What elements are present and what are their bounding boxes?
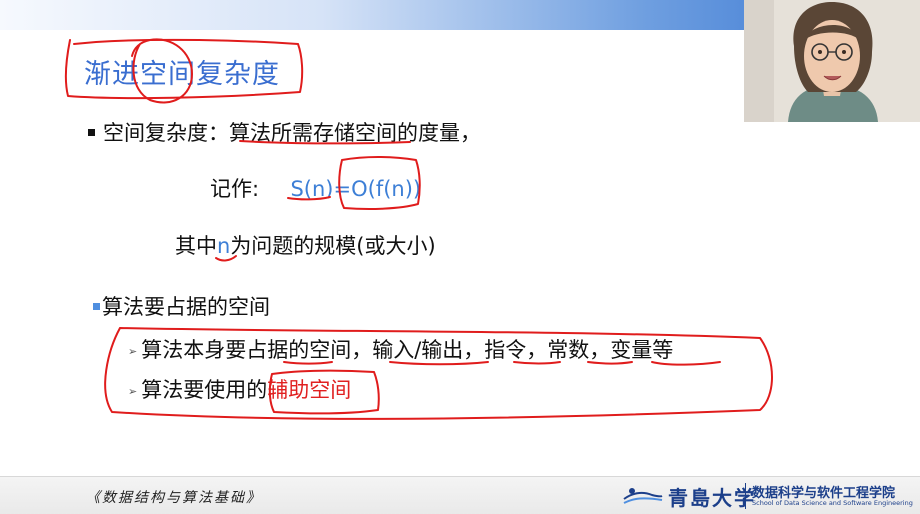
college-name-english: School of Data Science and Software Engi… <box>752 499 913 507</box>
notation-line: 记作: S(n)=O(f(n)) <box>210 173 421 203</box>
where-suffix: 为问题的规模(或大小) <box>230 234 436 258</box>
where-n: n <box>217 234 231 258</box>
presenter-video <box>744 0 920 122</box>
bullet-text: 算法要占据的空间 <box>102 295 270 319</box>
bullet-space-complexity: 空间复杂度：算法所需存储空间的度量， <box>88 117 481 147</box>
sub-bullet-text: 算法本身要占据的空间，输入/输出，指令，常数，变量等 <box>141 338 674 362</box>
bullet-space-occupied: 算法要占据的空间 <box>93 291 270 321</box>
webcam-overlay <box>744 0 920 122</box>
notation-s: S(n) <box>290 177 334 201</box>
university-name: 青島大学 <box>668 486 756 510</box>
where-prefix: 其中 <box>175 234 217 258</box>
notation-o: O(f(n)) <box>351 177 422 201</box>
bullet-square-icon <box>88 128 95 136</box>
where-line: 其中n为问题的规模(或大小) <box>175 230 436 260</box>
footer-bar: 《数据结构与算法基础》 青島大学 数据科学与软件工程学院 School of D… <box>0 476 920 514</box>
sub-bullet-2: ➢ 算法要使用的辅助空间 <box>128 374 351 404</box>
arrow-bullet-icon: ➢ <box>128 385 138 398</box>
bullet-square-icon <box>93 302 100 310</box>
bullet-definition: 算法所需存储空间的度量， <box>229 121 481 145</box>
arrow-bullet-icon: ➢ <box>128 345 138 358</box>
university-logo-icon <box>623 488 663 504</box>
sub-bullet-text: 算法要使用的 <box>141 378 268 402</box>
course-name: 《数据结构与算法基础》 <box>86 490 262 506</box>
sub-bullet-1: ➢ 算法本身要占据的空间，输入/输出，指令，常数，变量等 <box>128 334 673 364</box>
auxiliary-space-text: 辅助空间 <box>267 378 352 402</box>
notation-label: 记作: <box>210 177 260 201</box>
notation-eq: = <box>333 177 352 201</box>
slide: 渐进空间复杂度 空间复杂度：算法所需存储空间的度量， 记作: S(n)=O(f(… <box>0 0 920 514</box>
slide-title: 渐进空间复杂度 <box>84 59 280 90</box>
footer-divider <box>745 483 746 509</box>
bullet-label: 空间复杂度： <box>103 121 229 145</box>
